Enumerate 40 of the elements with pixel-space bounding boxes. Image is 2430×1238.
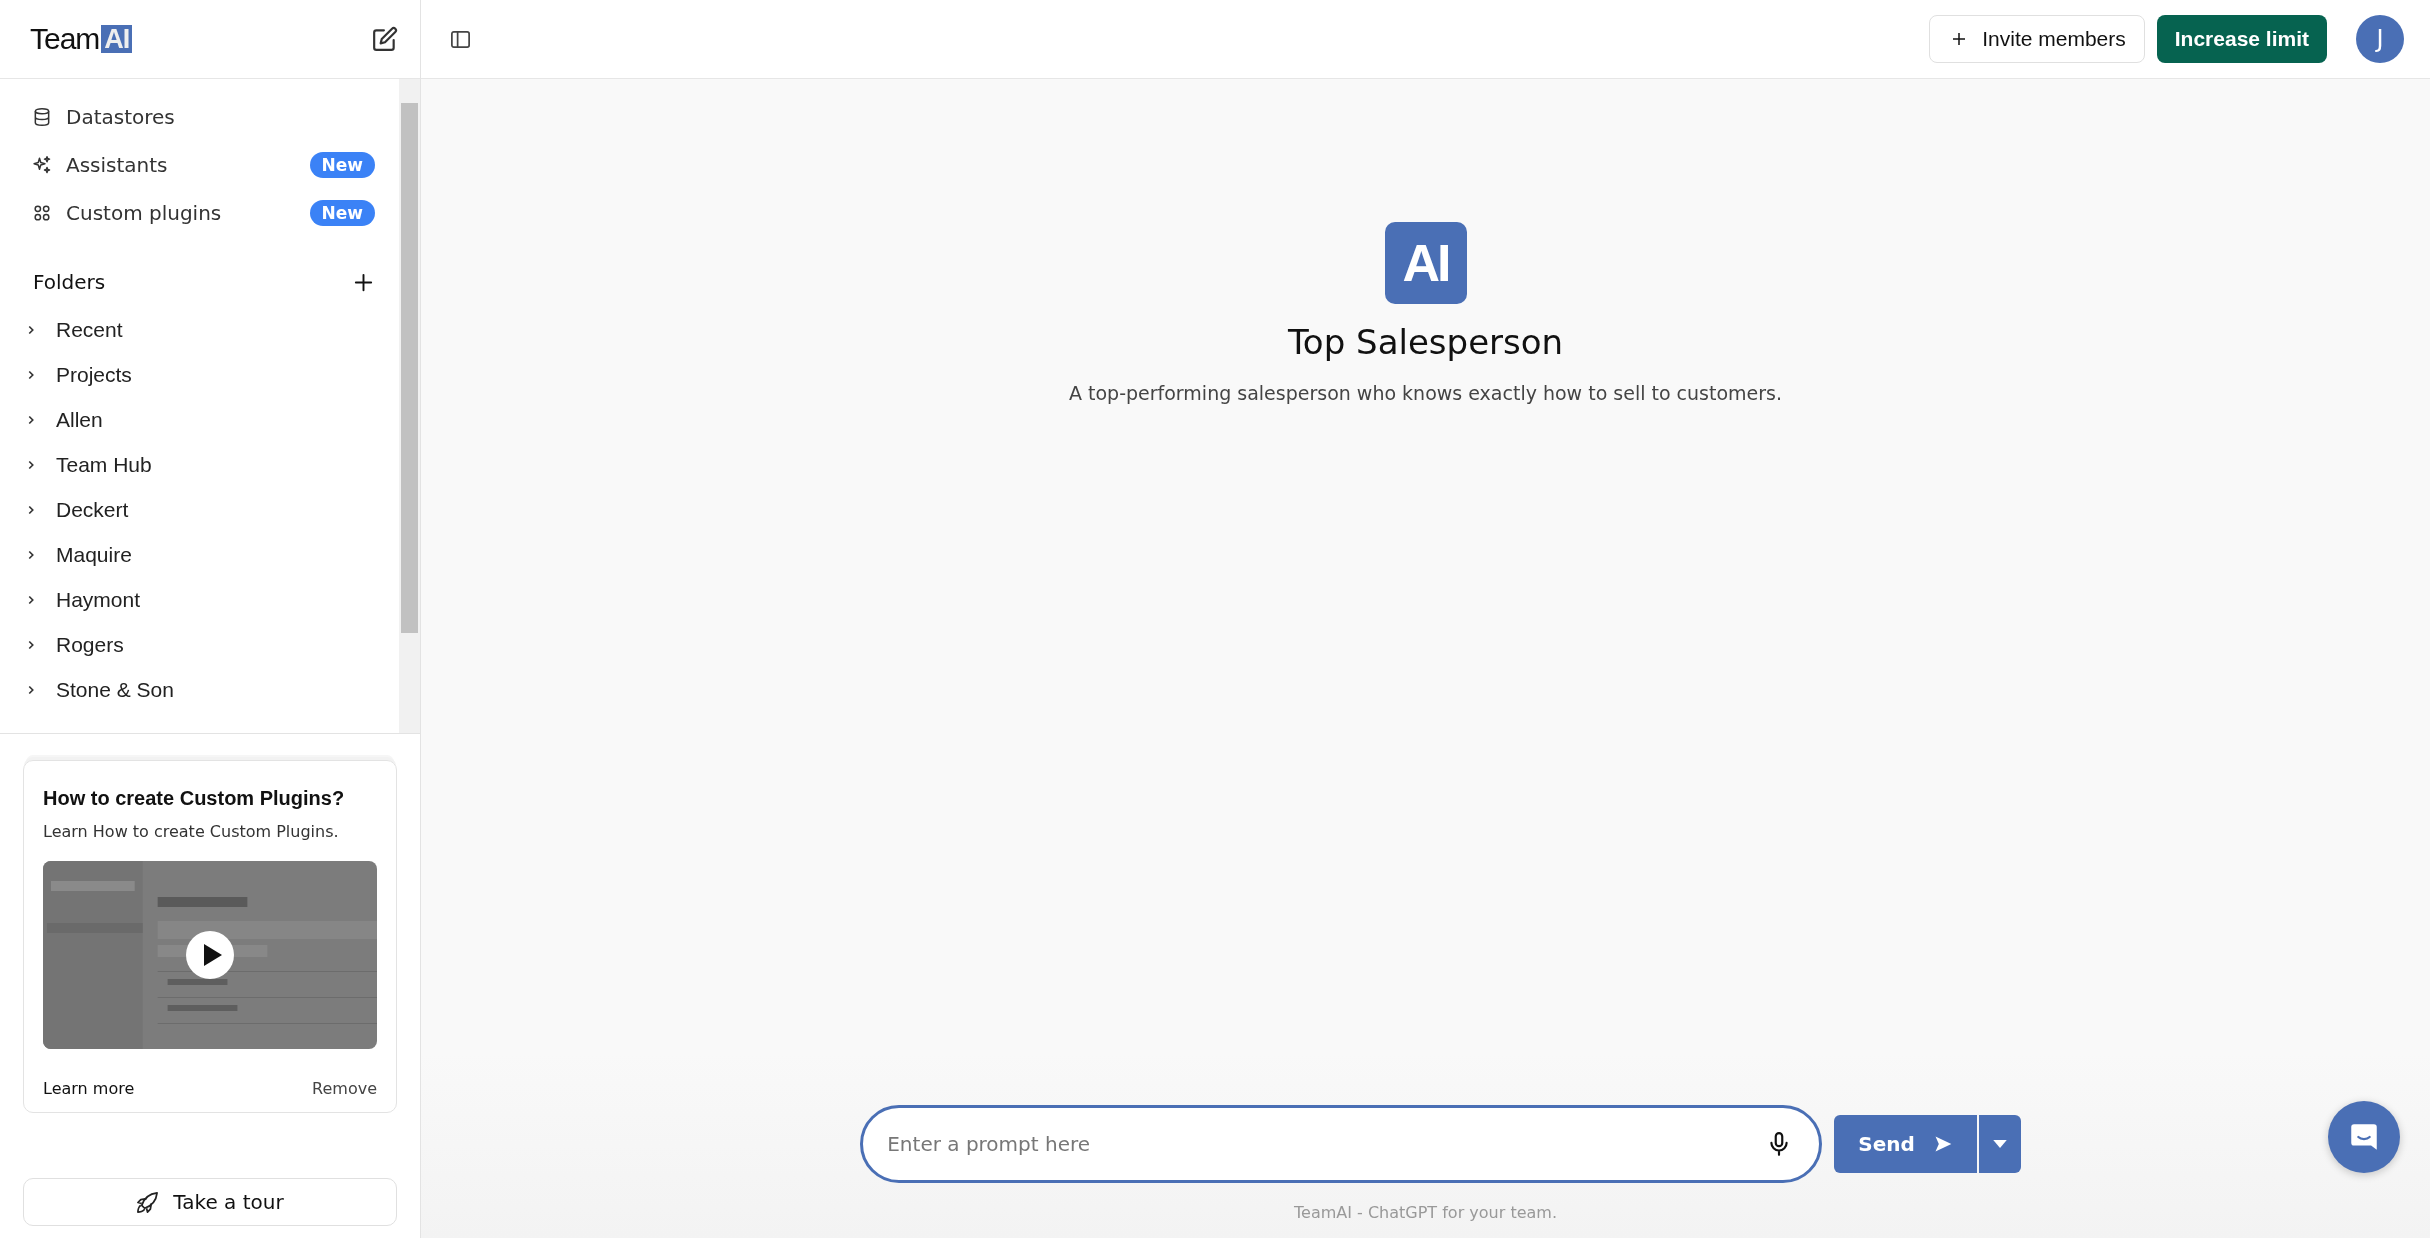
folder-item[interactable]: Maquire — [24, 532, 375, 577]
folder-item[interactable]: Team Hub — [24, 442, 375, 487]
sidebar-item[interactable]: Custom plugins New — [24, 189, 375, 237]
play-icon[interactable] — [186, 931, 234, 979]
sidebar-item[interactable]: Assistants New — [24, 141, 375, 189]
folder-item[interactable]: Haymont — [24, 577, 375, 622]
support-chat-button[interactable] — [2328, 1101, 2400, 1173]
rocket-icon — [136, 1190, 160, 1214]
logo: Team AI — [30, 22, 133, 56]
footer-text: TeamAI - ChatGPT for your team. — [1294, 1203, 1557, 1222]
prompt-field[interactable]: Enter a prompt here — [860, 1105, 1823, 1183]
scrollbar[interactable] — [399, 79, 420, 733]
send-button[interactable]: Send — [1834, 1115, 1977, 1173]
invite-members-button[interactable]: Invite members — [1929, 15, 2145, 63]
user-avatar[interactable]: J — [2356, 15, 2404, 63]
remove-link[interactable]: Remove — [312, 1079, 377, 1098]
assistant-description: A top-performing salesperson who knows exactly how to sell to customers. — [1068, 382, 1783, 404]
sparkle-icon — [32, 155, 52, 175]
take-a-tour-button[interactable]: Take a tour — [23, 1178, 397, 1226]
folder-item[interactable]: Allen — [24, 397, 375, 442]
assistant-name: Top Salesperson — [1287, 322, 1564, 362]
tip-text: Learn How to create Custom Plugins. — [43, 822, 340, 841]
caret-icon — [1992, 1139, 2007, 1149]
folder-item[interactable]: Recent — [24, 307, 375, 352]
tip-title: How to create Custom Plugins? — [43, 787, 346, 810]
learn-more-link[interactable]: Learn more — [43, 1079, 135, 1098]
new-badge: New — [309, 152, 375, 178]
folder-item[interactable]: Projects — [24, 352, 375, 397]
send-options-button[interactable] — [1978, 1115, 2021, 1173]
folder-item[interactable]: Deckert — [24, 487, 375, 532]
new-badge: New — [309, 200, 375, 226]
new-chat-icon[interactable] — [372, 26, 398, 52]
folder-item[interactable]: Rogers — [24, 622, 375, 667]
assistant-icon: AI — [1384, 222, 1467, 304]
sidebar-item[interactable]: Datastores — [24, 93, 375, 141]
database-icon — [32, 107, 52, 127]
increase-limit-button[interactable]: Increase limit — [2156, 15, 2327, 63]
folders-heading: Folders — [33, 270, 106, 294]
grid-icon — [32, 203, 52, 223]
folder-item[interactable]: Stone & Son — [24, 667, 375, 712]
